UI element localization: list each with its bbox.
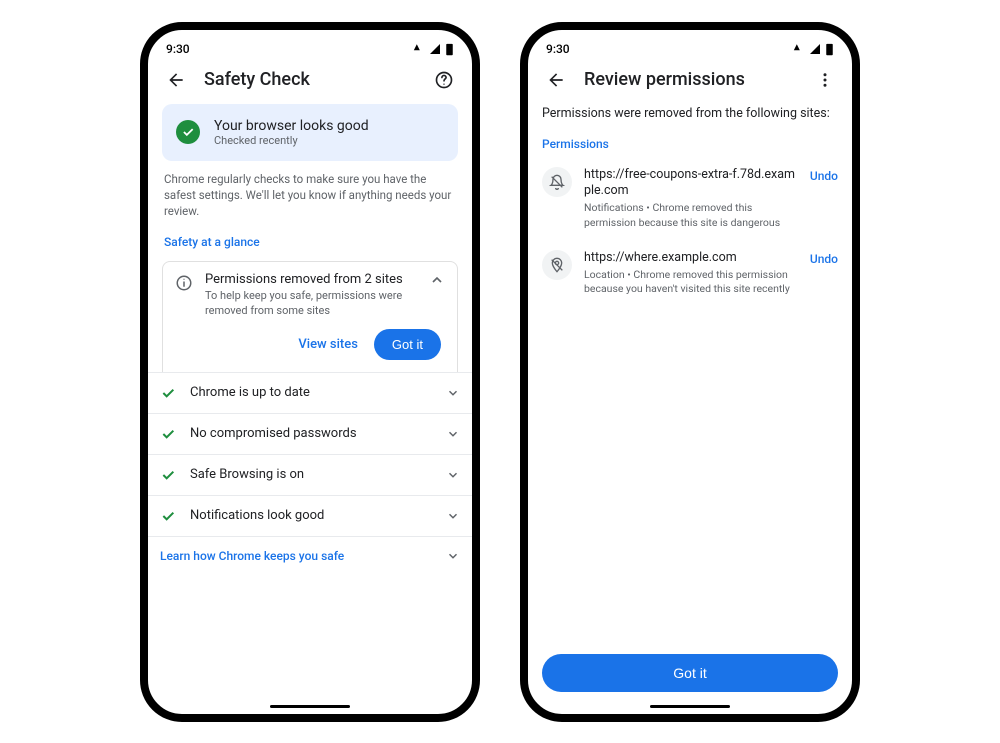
perm-card-title: Permissions removed from 2 sites [205, 272, 417, 287]
check-item-safebrowsing[interactable]: Safe Browsing is on [148, 454, 472, 495]
page-title: Safety Check [204, 69, 430, 90]
status-bar: 9:30 [148, 30, 472, 60]
chevron-up-icon[interactable] [429, 272, 445, 288]
page-title: Review permissions [584, 69, 812, 90]
status-time: 9:30 [546, 42, 570, 56]
notifications-off-icon [542, 167, 572, 197]
check-circle-icon [176, 120, 200, 144]
phone-safety-check: 9:30 Safety Check Your browser looks goo… [140, 22, 480, 722]
app-header: Review permissions [528, 60, 852, 104]
chevron-down-icon [446, 427, 460, 441]
got-it-button[interactable]: Got it [374, 329, 441, 360]
site-description: Location • Chrome removed this permissio… [584, 268, 798, 296]
site-url: https://where.example.com [584, 250, 798, 266]
chevron-down-icon [446, 509, 460, 523]
chevron-down-icon [446, 549, 460, 563]
help-icon [434, 70, 454, 90]
phone-review-permissions: 9:30 Review permissions Permissions were… [520, 22, 860, 722]
permissions-section-label: Permissions [528, 131, 852, 157]
review-description: Permissions were removed from the follow… [528, 104, 852, 131]
check-item-passwords[interactable]: No compromised passwords [148, 413, 472, 454]
more-button[interactable] [812, 67, 838, 93]
permissions-card: Permissions removed from 2 sites To help… [162, 261, 458, 372]
safety-glance-link[interactable]: Safety at a glance [162, 227, 458, 261]
check-icon [160, 385, 176, 401]
chevron-down-icon [446, 386, 460, 400]
check-icon [160, 508, 176, 524]
status-title: Your browser looks good [214, 118, 369, 134]
site-url: https://free-coupons-extra-f.78d.example… [584, 167, 798, 200]
site-description: Notifications • Chrome removed this perm… [584, 201, 798, 229]
more-vert-icon [816, 71, 834, 89]
undo-button[interactable]: Undo [810, 250, 838, 266]
status-icons [791, 42, 834, 56]
help-button[interactable] [430, 66, 458, 94]
back-button[interactable] [542, 66, 570, 94]
perm-card-subtitle: To help keep you safe, permissions were … [205, 289, 405, 319]
check-item-uptodate[interactable]: Chrome is up to date [148, 372, 472, 413]
app-header: Safety Check [148, 60, 472, 104]
status-time: 9:30 [166, 42, 190, 56]
got-it-button[interactable]: Got it [542, 654, 838, 692]
site-row: https://free-coupons-extra-f.78d.example… [528, 157, 852, 240]
check-item-notifications[interactable]: Notifications look good [148, 495, 472, 536]
info-icon [175, 274, 193, 292]
status-subtitle: Checked recently [214, 134, 369, 147]
site-row: https://where.example.com Location • Chr… [528, 240, 852, 307]
status-bar: 9:30 [528, 30, 852, 60]
check-icon [160, 426, 176, 442]
location-off-icon [542, 250, 572, 280]
view-sites-button[interactable]: View sites [298, 337, 358, 352]
status-card: Your browser looks good Checked recently [162, 104, 458, 161]
arrow-back-icon [166, 70, 186, 90]
home-indicator [650, 705, 730, 708]
back-button[interactable] [162, 66, 190, 94]
chevron-down-icon [446, 468, 460, 482]
status-icons [411, 42, 454, 56]
learn-more-link[interactable]: Learn how Chrome keeps you safe [148, 536, 472, 575]
status-description: Chrome regularly checks to make sure you… [162, 161, 458, 227]
check-icon [160, 467, 176, 483]
home-indicator [270, 705, 350, 708]
undo-button[interactable]: Undo [810, 167, 838, 183]
arrow-back-icon [546, 70, 566, 90]
